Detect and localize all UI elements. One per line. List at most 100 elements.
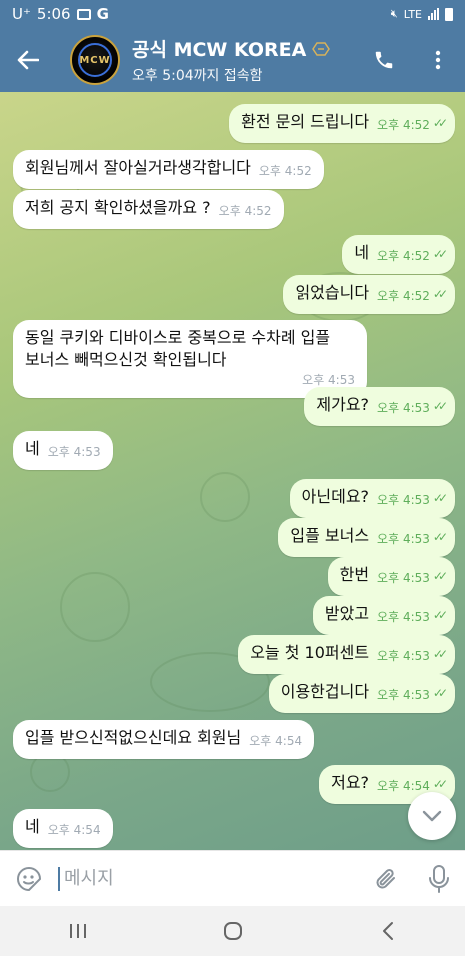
message-outgoing[interactable]: 아닌데요? 오후 4:53 ✓✓ [289,479,455,518]
avatar-logo: MCW [79,54,111,66]
read-checkmarks-icon: ✓✓ [432,647,448,661]
message-time: 오후 4:53 [377,610,430,624]
attach-button[interactable] [361,851,413,907]
chat-header: MCW 공식 MCW KOREA 오후 5:04까지 접속함 [0,28,465,92]
read-checkmarks-icon: ✓✓ [432,247,448,261]
message-text: 저요? [331,773,370,792]
message-text: 제가요? [316,395,370,414]
message-text-line: 보너스 빼먹으신것 확인됩니다 [25,350,227,369]
read-checkmarks-icon: ✓✓ [432,116,448,130]
network-label: LTE [403,7,422,21]
more-menu-button[interactable] [411,28,465,92]
read-checkmarks-icon: ✓✓ [432,608,448,622]
recent-apps-button[interactable] [38,906,118,956]
read-checkmarks-icon: ✓✓ [432,686,448,700]
message-time: 오후 4:52 [377,118,430,132]
message-text: 아닌데요? [301,487,370,506]
read-checkmarks-icon: ✓✓ [432,287,448,301]
message-incoming[interactable]: 입플 받으신적없으신데요 회원님 오후 4:54 [13,720,315,759]
last-seen-status: 오후 5:04까지 접속함 [132,68,263,84]
message-text: 네 [25,439,40,458]
read-checkmarks-icon: ✓✓ [432,399,448,413]
home-icon [223,922,242,940]
message-text: 환전 문의 드립니다 [241,112,370,131]
status-bar: U⁺ 5:06 G 🔇︎ LTE [0,0,465,28]
chevron-down-icon [422,810,442,822]
read-checkmarks-icon: ✓✓ [432,569,448,583]
message-text: 이용한겁니다 [280,682,370,701]
scroll-to-bottom-button[interactable] [408,792,456,840]
message-time: 오후 4:53 [377,649,430,663]
avatar[interactable]: MCW [70,35,120,85]
call-button[interactable] [357,28,411,92]
message-outgoing[interactable]: 입플 보너스 오후 4:53 ✓✓ [278,518,455,557]
message-incoming[interactable]: 네 오후 4:53 [13,431,113,470]
message-time: 오후 4:52 [258,164,312,178]
gallery-icon [76,8,91,20]
message-time: 오후 4:52 [377,289,430,303]
recent-apps-icon [69,924,86,938]
paperclip-icon [376,868,395,888]
message-time: 오후 4:53 [377,532,430,546]
message-time: 오후 4:53 [377,688,430,702]
message-input[interactable] [58,866,361,891]
sticker-button[interactable] [0,851,58,907]
message-text-line: 동일 쿠키와 디바이스로 중복으로 수차례 입플 [25,328,331,347]
message-text: 네 [25,817,40,836]
chat-title: 공식 MCW KOREA [132,39,307,61]
message-time: 오후 4:52 [218,204,272,218]
message-outgoing[interactable]: 한번 오후 4:53 ✓✓ [327,557,455,596]
message-text: 오늘 첫 10퍼센트 [250,643,370,662]
chat-messages-area[interactable]: 환전 문의 드립니다 오후 4:52 ✓✓ 회원님께서 잘아실거라생각합니다 오후 4… [0,92,465,850]
back-button[interactable] [0,28,56,92]
phone-icon [375,51,393,69]
verified-badge-icon [312,41,331,56]
battery-icon [445,7,453,21]
message-text: 읽었습니다 [295,283,370,302]
message-time: 오후 4:53 [377,493,430,507]
system-navigation-bar [0,906,465,956]
message-time: 오후 4:53 [47,445,101,459]
microphone-icon [429,864,449,893]
home-button[interactable] [193,906,273,956]
message-text: 네 [354,243,370,262]
message-outgoing[interactable]: 오늘 첫 10퍼센트 오후 4:53 ✓✓ [238,635,455,674]
message-composer [0,850,465,906]
message-incoming[interactable]: 네 오후 4:54 [13,809,113,848]
message-text: 회원님께서 잘아실거라생각합니다 [25,158,251,177]
message-outgoing[interactable]: 네 오후 4:52 ✓✓ [342,235,455,274]
read-checkmarks-icon: ✓✓ [432,491,448,505]
message-text: 입플 받으신적없으신데요 회원님 [25,728,242,747]
message-outgoing[interactable]: 읽었습니다 오후 4:52 ✓✓ [283,275,455,314]
message-time: 오후 4:53 [377,571,430,585]
voice-record-button[interactable] [413,851,465,907]
message-outgoing[interactable]: 받았고 오후 4:53 ✓✓ [312,596,455,635]
signal-icon [428,8,439,20]
system-back-button[interactable] [348,906,428,956]
google-icon: G [96,5,109,23]
message-time: 오후 4:53 [377,401,430,415]
message-incoming[interactable]: 저희 공지 확인하셨을까요 ? 오후 4:52 [13,190,284,229]
more-vertical-icon [435,50,441,70]
carrier-label: U⁺ [12,5,31,23]
message-outgoing[interactable]: 이용한겁니다 오후 4:53 ✓✓ [268,674,455,713]
message-outgoing[interactable]: 환전 문의 드립니다 오후 4:52 ✓✓ [229,104,455,143]
message-text: 한번 [339,565,370,584]
message-text: 입플 보너스 [290,526,370,545]
chevron-left-icon [382,922,393,940]
arrow-left-icon [17,50,39,70]
sticker-icon [17,866,42,891]
message-text: 저희 공지 확인하셨을까요 ? [25,198,211,217]
mute-icon: 🔇︎ [390,7,398,20]
chat-title-block[interactable]: 공식 MCW KOREA 오후 5:04까지 접속함 [132,35,331,85]
message-outgoing[interactable]: 제가요? 오후 4:53 ✓✓ [304,387,455,426]
message-time: 오후 4:53 [302,373,355,387]
clock: 5:06 [36,5,71,23]
message-text: 받았고 [324,604,370,623]
message-time: 오후 4:54 [47,823,101,837]
read-checkmarks-icon: ✓✓ [432,530,448,544]
message-time: 오후 4:54 [249,734,303,748]
message-time: 오후 4:52 [377,249,430,263]
message-incoming[interactable]: 동일 쿠키와 디바이스로 중복으로 수차례 입플 보너스 빼먹으신것 확인됩니다… [13,320,367,398]
message-incoming[interactable]: 회원님께서 잘아실거라생각합니다 오후 4:52 [13,150,324,189]
